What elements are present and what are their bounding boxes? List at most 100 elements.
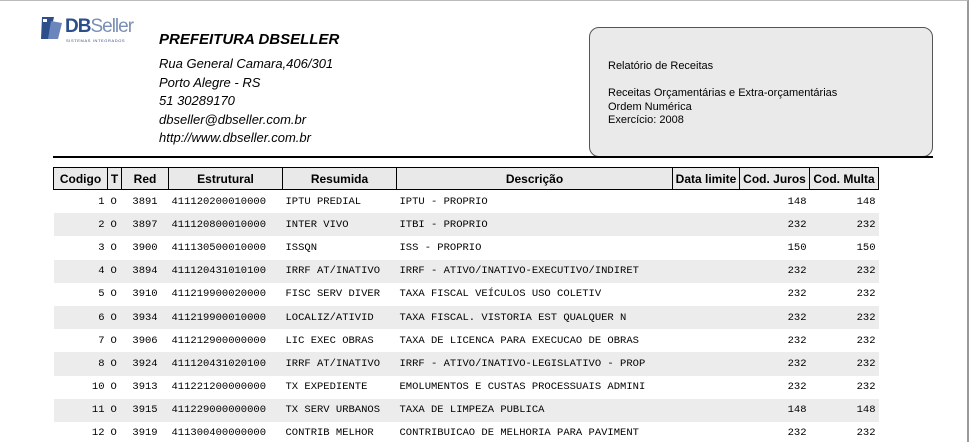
organization-header: PREFEITURA DBSELLER Rua General Camara,4… xyxy=(159,31,339,148)
cell-t: O xyxy=(110,288,117,301)
organization-phone: 51 30289170 xyxy=(159,93,235,108)
cell-resumida: ISSQN xyxy=(285,241,318,254)
cell-codigo: 1 xyxy=(98,195,105,208)
cell-data-limite xyxy=(673,190,740,214)
cell-descricao: TAXA DE LIMPEZA PUBLICA xyxy=(396,398,673,422)
cell-t: O xyxy=(110,381,117,394)
cell-cod-multa: 148 xyxy=(809,398,879,422)
cell-descricao: IRRF - ATIVO/INATIVO-LEGISLATIVO - PROP xyxy=(396,352,673,376)
cell-cod-juros: 232 xyxy=(787,288,807,301)
table-row: 2 O 3897 411120800010000 INTER VIVO ITBI - PR… xyxy=(53,213,879,237)
cell-resumida: IRRF AT/INATIVO xyxy=(282,352,397,376)
cell-codigo: 4 xyxy=(53,259,108,283)
column-header-resumida: Resumida xyxy=(282,167,397,190)
cell-codigo: 7 xyxy=(98,334,105,347)
cell-data-limite xyxy=(672,352,740,376)
logo-wordmark: DBSeller xyxy=(65,16,134,37)
cell-descricao: EMOLUMENTOS E CUSTAS PROCESSUAIS ADMINI xyxy=(399,381,646,394)
cell-cod-multa: 232 xyxy=(856,334,876,347)
cell-codigo: 11 xyxy=(53,398,108,422)
table-row: 10 O 3913 411221200000000 TX EXPEDIENTE EMOLU… xyxy=(54,376,879,399)
cell-estrutural: 411219900010000 xyxy=(168,305,283,330)
table-row: 11 O 3915 411229000000000 TX SERV URBANOS TAX… xyxy=(53,398,879,422)
cell-descricao: IRRF - ATIVO/INATIVO-EXECUTIVO/INDIRET xyxy=(396,259,673,283)
column-header-t: T xyxy=(107,167,122,190)
cell-cod-multa: 232 xyxy=(809,305,879,330)
cell-red: 3894 xyxy=(121,259,169,283)
table-row: 1 O 3891 411120200010000 IPTU PREDIAL IPTU - … xyxy=(54,190,879,214)
cell-t: O xyxy=(107,398,122,422)
cell-red: 3924 xyxy=(121,352,169,376)
cell-data-limite xyxy=(673,376,740,399)
cell-resumida: LIC EXEC OBRAS xyxy=(285,334,374,347)
cell-descricao: TAXA FISCAL VEÍCULOS USO COLETIV xyxy=(399,288,602,301)
cell-resumida: TX EXPEDIENTE xyxy=(285,381,368,394)
cell-resumida: LOCALIZ/ATIVID xyxy=(282,305,397,330)
cell-t: O xyxy=(110,195,117,208)
cell-descricao: IPTU - PROPRIO xyxy=(399,195,488,208)
cell-t: O xyxy=(110,241,117,254)
cell-data-limite xyxy=(672,398,740,422)
cell-estrutural: 411219900020000 xyxy=(171,288,267,301)
cell-cod-multa: 232 xyxy=(856,381,876,394)
table-row: 5 O 3910 411219900020000 FISC SERV DIVER TAXA… xyxy=(54,283,879,306)
cell-resumida: IRRF AT/INATIVO xyxy=(282,259,397,283)
column-header-red: Red xyxy=(121,167,169,190)
cell-codigo: 6 xyxy=(53,305,108,330)
cell-data-limite xyxy=(673,236,740,259)
cell-cod-multa: 232 xyxy=(809,352,879,376)
cell-estrutural: 411120431010100 xyxy=(168,259,283,283)
cell-estrutural: 411221200000000 xyxy=(171,381,267,394)
cell-cod-juros: 232 xyxy=(787,381,807,394)
cell-cod-juros: 232 xyxy=(739,305,810,330)
cell-descricao: ITBI - PROPRIO xyxy=(396,213,673,237)
cell-descricao: TAXA FISCAL. VISTORIA EST QUALQUER N xyxy=(396,305,673,330)
table-row: 6 O 3934 411219900010000 LOCALIZ/ATIVID TAXA … xyxy=(53,305,879,330)
cell-cod-multa: 232 xyxy=(809,213,879,237)
cell-cod-juros: 232 xyxy=(739,259,810,283)
logo-mark-icon xyxy=(41,17,62,39)
column-header-codigo: Codigo xyxy=(53,167,108,190)
cell-estrutural: 411120431020100 xyxy=(168,352,283,376)
cell-codigo: 8 xyxy=(53,352,108,376)
cell-red: 3910 xyxy=(132,288,158,301)
cell-cod-juros: 150 xyxy=(787,241,807,254)
header-divider xyxy=(53,156,933,158)
column-header-data-limite: Data limite xyxy=(672,167,740,190)
cell-t: O xyxy=(107,259,122,283)
revenue-table: Codigo T Red Estrutural Resumida Descriç… xyxy=(53,167,879,445)
cell-cod-juros: 148 xyxy=(787,195,807,208)
cell-red: 3934 xyxy=(121,305,169,330)
cell-red: 3906 xyxy=(132,334,158,347)
cell-data-limite xyxy=(672,213,740,237)
cell-cod-multa: 232 xyxy=(809,259,879,283)
cell-t: O xyxy=(110,334,117,347)
organization-address: Rua General Camara,406/301 xyxy=(159,56,334,71)
report-subtitle: Receitas Orçamentárias e Extra-orçamentá… xyxy=(608,87,838,99)
cell-red: 3900 xyxy=(132,241,158,254)
column-header-cod-juros: Cod. Juros xyxy=(739,167,810,190)
cell-cod-juros: 232 xyxy=(739,213,810,237)
cell-cod-multa: 150 xyxy=(856,241,876,254)
report-fiscal-year: Exercício: 2008 xyxy=(608,114,684,126)
cell-estrutural: 411120200010000 xyxy=(171,195,267,208)
cell-estrutural: 411229000000000 xyxy=(168,398,283,422)
cell-red: 3897 xyxy=(121,213,169,237)
table-row: 8 O 3924 411120431020100 IRRF AT/INATIVO IRRF… xyxy=(53,352,879,376)
cell-resumida: FISC SERV DIVER xyxy=(285,288,381,301)
column-header-estrutural: Estrutural xyxy=(168,167,283,190)
organization-email: dbseller@dbseller.com.br xyxy=(159,111,307,127)
cell-data-limite xyxy=(672,305,740,330)
organization-city: Porto Alegre - RS xyxy=(159,74,261,90)
cell-cod-juros: 232 xyxy=(787,334,807,347)
cell-red: 3915 xyxy=(121,398,169,422)
cell-data-limite xyxy=(673,329,740,352)
column-header-cod-multa: Cod. Multa xyxy=(809,167,879,190)
organization-name: PREFEITURA DBSELLER xyxy=(159,31,340,48)
column-header-descricao: Descrição xyxy=(396,167,673,190)
organization-website: http://www.dbseller.com.br xyxy=(159,130,311,145)
cell-cod-juros: 148 xyxy=(739,398,810,422)
cell-data-limite xyxy=(672,259,740,283)
table-header-row: Codigo T Red Estrutural Resumida Descriç… xyxy=(53,167,879,190)
cell-descricao: ISS - PROPRIO xyxy=(399,241,482,254)
